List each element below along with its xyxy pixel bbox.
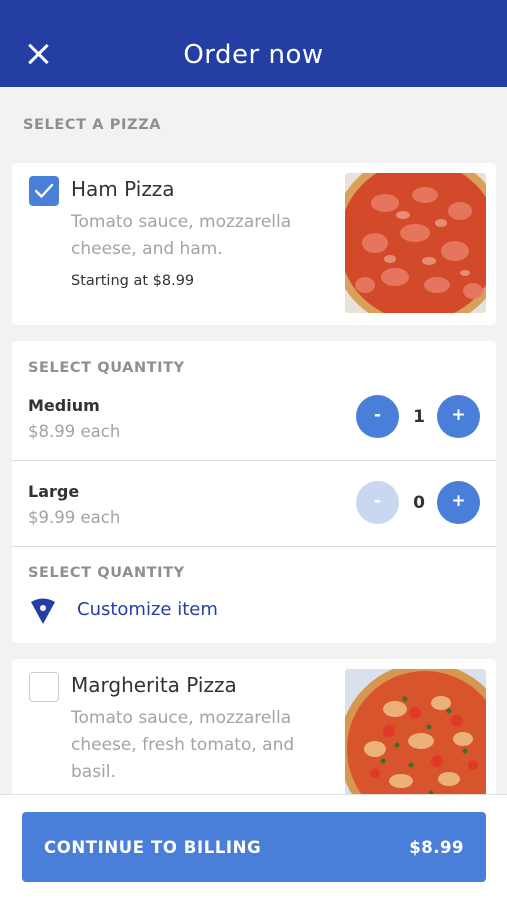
quantity-card: SELECT QUANTITY Medium $8.99 each - 1 + … xyxy=(12,341,496,643)
pizza-description: Tomato sauce, mozzarella cheese, fresh t… xyxy=(71,708,295,782)
pizza-name: Ham Pizza xyxy=(71,177,175,201)
decrease-large-button[interactable]: - xyxy=(356,481,399,524)
customize-item-link[interactable]: Customize item xyxy=(77,599,218,620)
quantity-large: 0 xyxy=(413,493,425,513)
ham-pizza-checkbox[interactable] xyxy=(29,176,59,206)
size-name-medium: Medium xyxy=(28,396,100,415)
quantity-medium: 1 xyxy=(413,407,425,427)
margherita-pizza-checkbox[interactable] xyxy=(29,672,59,702)
order-total: $8.99 xyxy=(409,838,464,857)
customize-heading: SELECT QUANTITY xyxy=(28,565,185,581)
size-price-large: $9.99 each xyxy=(28,508,121,527)
pizza-name: Margherita Pizza xyxy=(71,673,237,697)
pizza-card-ham[interactable]: Ham Pizza Tomato sauce, mozzarella chees… xyxy=(12,163,496,325)
increase-large-button[interactable]: + xyxy=(437,481,480,524)
bottom-bar: CONTINUE TO BILLING $8.99 xyxy=(0,794,507,900)
ham-pizza-image xyxy=(345,173,486,313)
divider xyxy=(12,460,496,461)
pizza-slice-icon xyxy=(31,598,55,624)
divider xyxy=(12,546,496,547)
pizza-card-margherita[interactable]: Margherita Pizza Tomato sauce, mozzarell… xyxy=(12,659,496,809)
continue-button-label: CONTINUE TO BILLING xyxy=(44,838,262,857)
continue-to-billing-button[interactable]: CONTINUE TO BILLING $8.99 xyxy=(22,812,486,882)
increase-medium-button[interactable]: + xyxy=(437,395,480,438)
top-bar: Order now xyxy=(0,0,507,87)
page-title: Order now xyxy=(183,40,324,70)
decrease-medium-button[interactable]: - xyxy=(356,395,399,438)
size-name-large: Large xyxy=(28,482,80,501)
select-pizza-heading: SELECT A PIZZA xyxy=(23,117,162,133)
checkmark-icon xyxy=(34,183,54,198)
size-price-medium: $8.99 each xyxy=(28,422,121,441)
select-quantity-heading: SELECT QUANTITY xyxy=(28,360,185,376)
margherita-pizza-image xyxy=(345,669,486,809)
pizza-description: Tomato sauce, mozzarella cheese, and ham… xyxy=(71,212,292,259)
pizza-price: Starting at $8.99 xyxy=(71,273,195,289)
